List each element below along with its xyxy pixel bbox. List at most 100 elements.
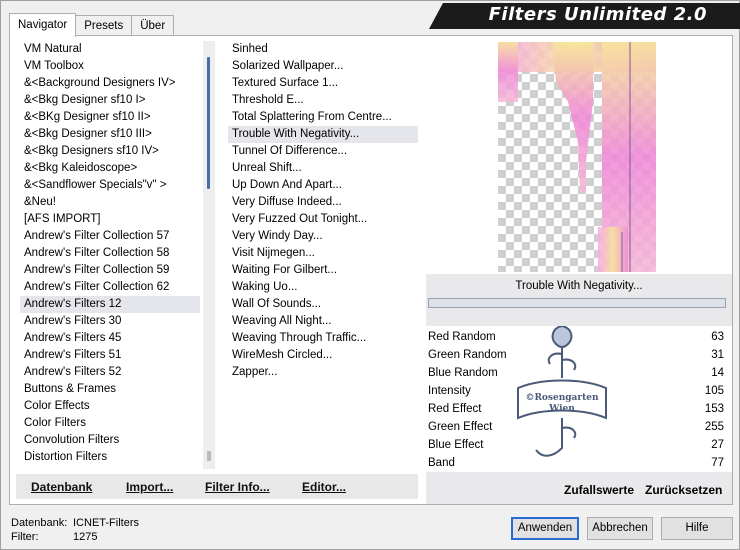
editor-button[interactable]: Editor...: [302, 480, 346, 494]
filter-item[interactable]: Very Fuzzed Out Tonight...: [228, 211, 418, 228]
category-item[interactable]: &Neu!: [20, 194, 200, 211]
category-item[interactable]: Convolution Filters: [20, 432, 200, 449]
parameter-name: Band: [428, 457, 455, 469]
filter-info-button[interactable]: Filter Info...: [205, 480, 270, 494]
filter-item[interactable]: Very Windy Day...: [228, 228, 418, 245]
status-area: Datenbank: ICNET-Filters Filter: 1275: [11, 516, 139, 544]
status-filter-value: 1275: [73, 531, 98, 543]
category-item[interactable]: Color Filters: [20, 415, 200, 432]
filter-item[interactable]: Textured Surface 1...: [228, 75, 418, 92]
parameter-value[interactable]: 153: [705, 400, 724, 418]
filter-item[interactable]: Weaving Through Traffic...: [228, 330, 418, 347]
selected-filter-name: Trouble With Negativity...: [426, 276, 732, 296]
filter-item[interactable]: Zapper...: [228, 364, 418, 381]
help-button[interactable]: Hilfe: [661, 517, 733, 540]
tab-presets[interactable]: Presets: [75, 15, 133, 36]
category-item[interactable]: Andrew's Filters 30: [20, 313, 200, 330]
parameter-value[interactable]: 63: [711, 328, 724, 346]
filter-list[interactable]: Sinhed Solarized Wallpaper... Textured Sur…: [228, 41, 418, 469]
apply-button[interactable]: Anwenden: [511, 517, 579, 540]
parameter-value[interactable]: 255: [705, 418, 724, 436]
preview-image: [498, 42, 656, 272]
parameter-row[interactable]: Green Effect 255: [426, 418, 732, 436]
filter-item[interactable]: Sinhed: [228, 41, 418, 58]
category-item[interactable]: Distortion Filters: [20, 449, 200, 466]
preview-area: [426, 36, 732, 274]
parameter-value[interactable]: 77: [711, 454, 724, 472]
filter-info-label: Filter Info...: [205, 480, 270, 494]
parameter-name: Blue Effect: [428, 439, 484, 451]
filter-item[interactable]: Threshold E...: [228, 92, 418, 109]
category-item[interactable]: Andrew's Filters 51: [20, 347, 200, 364]
parameter-row[interactable]: Green Random 31: [426, 346, 732, 364]
parameter-name: Green Random: [428, 349, 507, 361]
category-item[interactable]: Color Effects: [20, 398, 200, 415]
tab-ueber[interactable]: Über: [131, 15, 175, 36]
filter-item[interactable]: Waking Uo...: [228, 279, 418, 296]
category-item[interactable]: Andrew's Filter Collection 62: [20, 279, 200, 296]
category-item[interactable]: Andrew's Filter Collection 58: [20, 245, 200, 262]
category-item[interactable]: VM Natural: [20, 41, 200, 58]
app-title: Filters Unlimited 2.0: [488, 4, 707, 25]
parameter-value[interactable]: 31: [711, 346, 724, 364]
category-item[interactable]: &<Bkg Designer sf10 III>: [20, 126, 200, 143]
parameter-row[interactable]: Red Effect 153: [426, 400, 732, 418]
parameter-row[interactable]: Red Random 63: [426, 328, 732, 346]
category-item[interactable]: VM Toolbox: [20, 58, 200, 75]
category-item[interactable]: &<Background Designers IV>: [20, 75, 200, 92]
zuruecksetzen-button[interactable]: Zurücksetzen: [645, 483, 722, 497]
datenbank-button[interactable]: Datenbank: [31, 480, 92, 494]
parameter-row[interactable]: Blue Effect 27: [426, 436, 732, 454]
category-item[interactable]: &<Bkg Designer sf10 I>: [20, 92, 200, 109]
status-db-label: Datenbank:: [11, 517, 68, 529]
category-item[interactable]: &<Bkg Designers sf10 IV>: [20, 143, 200, 160]
parameter-list: ©Rosengarten Wien Red Random 63 Green Rand…: [426, 326, 732, 472]
cancel-button[interactable]: Abbrechen: [587, 517, 653, 540]
scrollbar-thumb[interactable]: [207, 57, 210, 189]
category-item[interactable]: [AFS IMPORT]: [20, 211, 200, 228]
parameter-row[interactable]: Band 77: [426, 454, 732, 472]
category-item[interactable]: Andrew's Filter Collection 59: [20, 262, 200, 279]
scrollbar-end: [207, 451, 211, 461]
filter-item[interactable]: WireMesh Circled...: [228, 347, 418, 364]
category-item[interactable]: &<Sandflower Specials"v" >: [20, 177, 200, 194]
category-item[interactable]: Andrew's Filters 12: [20, 296, 200, 313]
parameter-value[interactable]: 27: [711, 436, 724, 454]
category-item[interactable]: &<BKg Designer sf10 II>: [20, 109, 200, 126]
editor-label: Editor...: [302, 480, 347, 494]
parameter-value[interactable]: 105: [705, 382, 724, 400]
category-list[interactable]: VM Natural VM Toolbox &<Background Designe…: [20, 41, 200, 469]
parameter-row[interactable]: Intensity 105: [426, 382, 732, 400]
category-item[interactable]: Andrew's Filters 45: [20, 330, 200, 347]
parameter-value[interactable]: 14: [711, 364, 724, 382]
filter-item[interactable]: Visit Nijmegen...: [228, 245, 418, 262]
filter-item[interactable]: Tunnel Of Difference...: [228, 143, 418, 160]
status-db-value: ICNET-Filters: [73, 517, 139, 529]
category-item[interactable]: Andrew's Filter Collection 57: [20, 228, 200, 245]
status-filter-label: Filter:: [11, 531, 39, 543]
filter-item[interactable]: Waiting For Gilbert...: [228, 262, 418, 279]
preview-panel: Trouble With Negativity... ©Rosengarten …: [426, 36, 732, 504]
datenbank-label: Datenbank: [31, 480, 93, 494]
tab-bar: Navigator Presets Über: [9, 13, 175, 37]
category-item[interactable]: &<Bkg Kaleidoscope>: [20, 160, 200, 177]
filter-item[interactable]: Very Diffuse Indeed...: [228, 194, 418, 211]
import-button[interactable]: Import...: [126, 480, 173, 494]
filter-item[interactable]: Unreal Shift...: [228, 160, 418, 177]
category-item[interactable]: Andrew's Filters 52: [20, 364, 200, 381]
parameter-name: Green Effect: [428, 421, 493, 433]
tab-navigator[interactable]: Navigator: [9, 13, 77, 37]
zufallswerte-button[interactable]: Zufallswerte: [564, 483, 634, 497]
import-label: Import...: [126, 480, 174, 494]
filter-item[interactable]: Weaving All Night...: [228, 313, 418, 330]
filter-item[interactable]: Up Down And Apart...: [228, 177, 418, 194]
filter-item[interactable]: Total Splattering From Centre...: [228, 109, 418, 126]
category-item[interactable]: Buttons & Frames: [20, 381, 200, 398]
filters-unlimited-window: Filters Unlimited 2.0 Navigator Presets …: [0, 0, 740, 550]
filter-item[interactable]: Solarized Wallpaper...: [228, 58, 418, 75]
filter-item[interactable]: Trouble With Negativity...: [228, 126, 418, 143]
parameter-name: Blue Random: [428, 367, 498, 379]
category-scrollbar[interactable]: [203, 41, 215, 469]
filter-item[interactable]: Wall Of Sounds...: [228, 296, 418, 313]
parameter-row[interactable]: Blue Random 14: [426, 364, 732, 382]
